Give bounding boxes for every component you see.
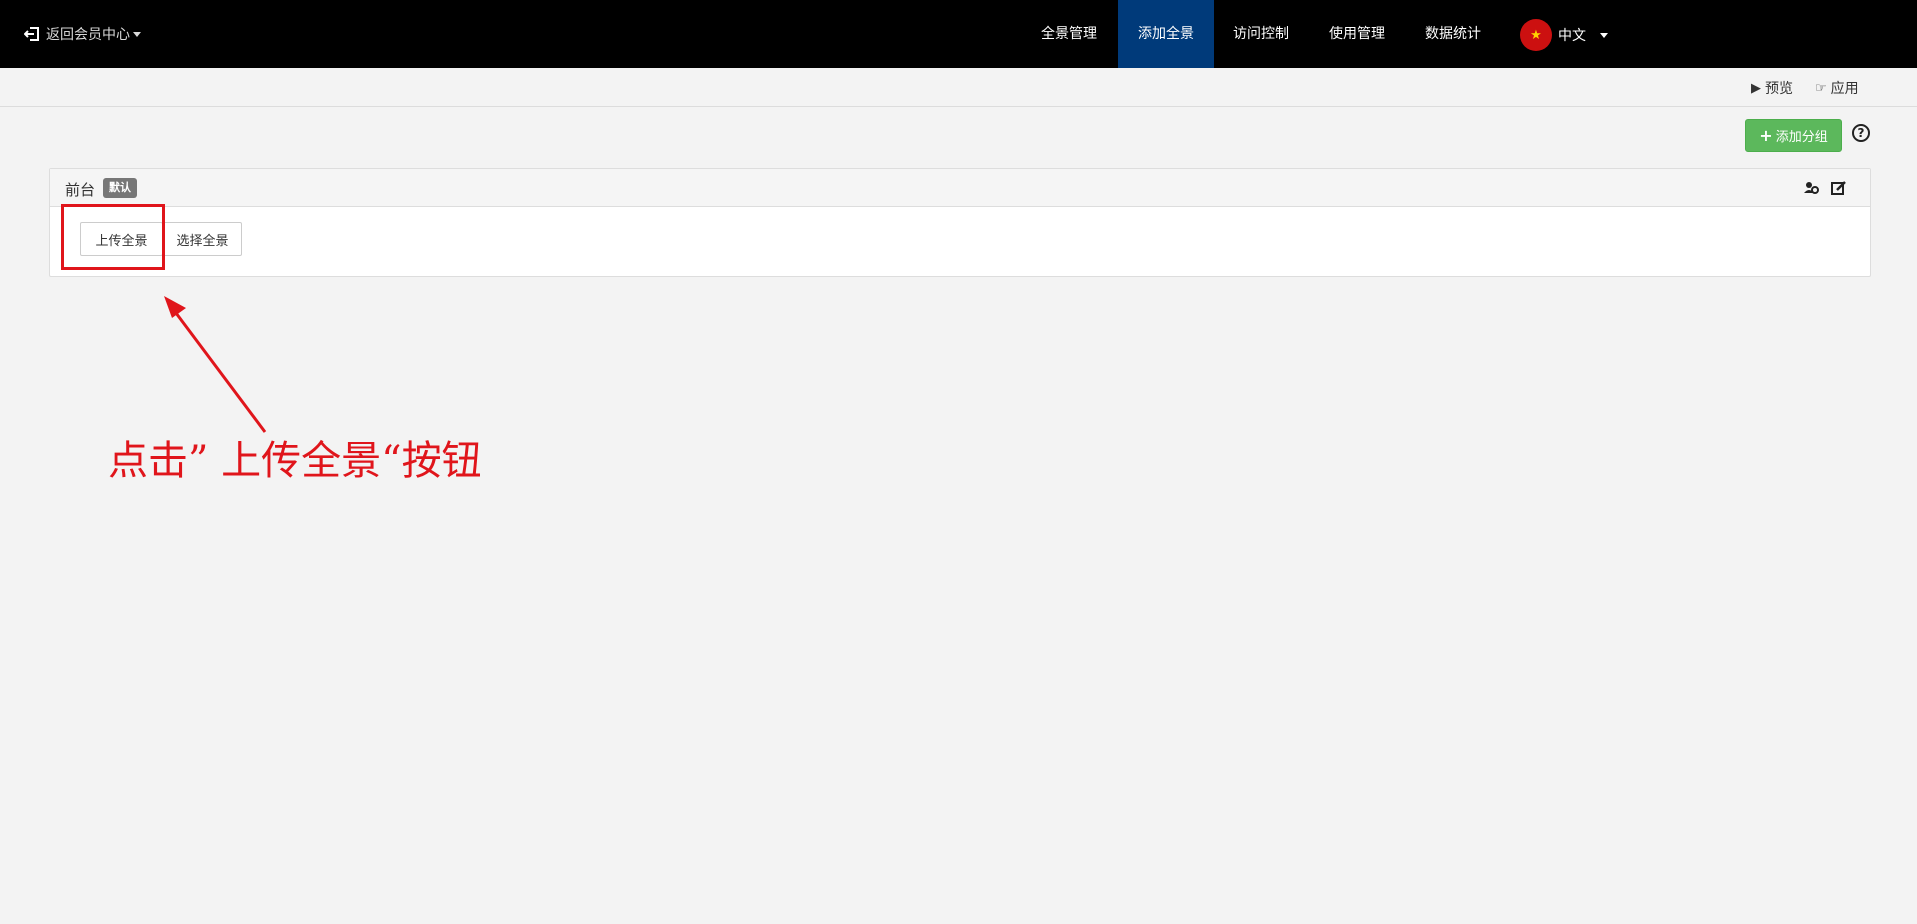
nav-data-statistics[interactable]: 数据统计 — [1408, 0, 1498, 68]
action-bar: ▶ 预览 ☞ 应用 — [0, 68, 1917, 107]
annotation-text: 点击” 上传全景“按钮 — [108, 438, 482, 484]
select-panorama-button[interactable]: 选择全景 — [163, 222, 242, 256]
top-navbar: 返回会员中心 全景管理 添加全景 访问控制 使用管理 数据统计 ★ 中文 — [0, 0, 1917, 68]
preview-label: 预览 — [1765, 81, 1793, 97]
preview-button[interactable]: ▶ 预览 — [1751, 78, 1793, 98]
apply-label: 应用 — [1830, 81, 1859, 97]
nav-access-control[interactable]: 访问控制 — [1216, 0, 1306, 68]
nav-label: 数据统计 — [1425, 26, 1481, 42]
language-selector[interactable]: ★ 中文 — [1520, 19, 1608, 51]
user-settings-icon[interactable] — [1803, 179, 1821, 197]
add-group-label: 添加分组 — [1775, 130, 1828, 145]
language-label: 中文 — [1558, 28, 1586, 44]
china-flag-icon: ★ — [1520, 19, 1552, 51]
chevron-down-icon — [133, 31, 141, 37]
nav-add-panorama[interactable]: 添加全景 — [1118, 0, 1214, 68]
default-badge: 默认 — [103, 178, 137, 198]
hand-pointer-icon: ☞ — [1815, 80, 1827, 96]
group-panel: 前台 默认 上传全景 选择全景 — [49, 168, 1871, 277]
select-panorama-label: 选择全景 — [176, 233, 229, 249]
nav-label: 访问控制 — [1233, 26, 1289, 42]
group-title: 前台 — [65, 181, 96, 199]
plus-icon: + — [1759, 126, 1773, 145]
back-to-member-center-link[interactable]: 返回会员中心 — [24, 23, 141, 45]
help-icon-glyph: ? — [1857, 126, 1865, 140]
nav-label: 全景管理 — [1041, 26, 1097, 42]
chevron-down-icon — [1600, 32, 1608, 38]
nav-usage-management[interactable]: 使用管理 — [1312, 0, 1402, 68]
annotation-highlight-box — [61, 204, 165, 270]
group-panel-header: 前台 默认 — [50, 169, 1870, 207]
edit-icon[interactable] — [1830, 179, 1848, 197]
nav-label: 使用管理 — [1329, 26, 1385, 42]
help-icon[interactable]: ? — [1852, 124, 1870, 142]
back-link-label: 返回会员中心 — [46, 27, 130, 43]
play-icon: ▶ — [1751, 80, 1761, 96]
apply-button[interactable]: ☞ 应用 — [1815, 78, 1859, 98]
nav-panorama-management[interactable]: 全景管理 — [1025, 0, 1113, 68]
annotation-arrow-icon — [164, 296, 267, 433]
add-group-button[interactable]: + 添加分组 — [1745, 119, 1842, 152]
nav-label: 添加全景 — [1138, 26, 1194, 42]
exit-icon — [24, 27, 39, 41]
